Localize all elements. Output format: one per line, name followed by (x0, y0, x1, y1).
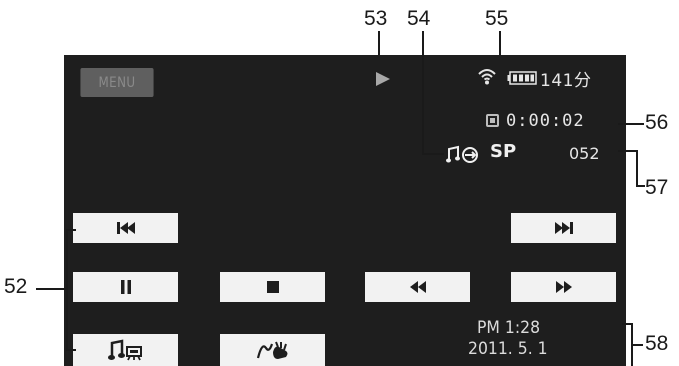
fast-forward-icon (555, 281, 572, 293)
callout-53: 53 (364, 7, 388, 30)
bracket-58-top (622, 323, 632, 325)
decoration-button[interactable] (220, 334, 325, 366)
rewind-button[interactable] (365, 272, 470, 302)
pause-icon (120, 280, 131, 294)
leader-56 (618, 123, 644, 125)
rewind-icon (409, 281, 426, 293)
leader-57-v (636, 150, 638, 187)
stop-icon (266, 281, 279, 293)
battery-remaining: 141分 (540, 71, 592, 91)
bracket-52-stem (36, 288, 67, 290)
music-mix-icon (446, 145, 478, 163)
pause-button[interactable] (73, 272, 178, 302)
bracket-58-stem (631, 344, 643, 346)
skip-forward-icon (554, 222, 573, 234)
callout-54: 54 (407, 7, 431, 30)
leader-55 (499, 31, 501, 55)
skip-forward-button[interactable] (511, 213, 616, 243)
wifi-icon (478, 69, 496, 85)
leader-53 (378, 31, 380, 55)
leader-54 (422, 31, 424, 154)
leader-57-h2 (636, 185, 645, 187)
play-icon (376, 72, 390, 86)
timecode: 0:00:02 (506, 111, 585, 131)
playback-time: PM 1:28 (477, 318, 541, 338)
decoration-icon (256, 341, 287, 359)
callout-57: 57 (645, 176, 669, 199)
music-settings-button[interactable] (73, 334, 178, 366)
fast-forward-button[interactable] (511, 272, 616, 302)
bracket-52-v (66, 229, 68, 351)
recording-mode: SP (490, 141, 517, 162)
bracket-52-top (66, 229, 76, 231)
menu-button[interactable]: MENU (80, 68, 154, 97)
memory-card-icon (486, 114, 499, 127)
callout-52: 52 (4, 275, 28, 298)
leader-57-h (618, 150, 637, 152)
callout-55: 55 (485, 7, 509, 30)
playback-date: 2011. 5. 1 (468, 339, 548, 359)
leader-54-h (422, 153, 444, 155)
callout-58: 58 (645, 332, 669, 355)
skip-back-icon (116, 222, 135, 234)
scene-number: 052 (569, 144, 600, 163)
battery-icon (507, 71, 537, 85)
stop-button[interactable] (220, 272, 325, 302)
skip-back-button[interactable] (73, 213, 178, 243)
music-settings-icon (107, 339, 142, 361)
bracket-52-bottom (66, 349, 76, 351)
callout-56: 56 (645, 111, 669, 134)
camcorder-screen: MENU 141分 0:00:02 SP 052 PM 1:28 2011. 5… (64, 55, 626, 366)
